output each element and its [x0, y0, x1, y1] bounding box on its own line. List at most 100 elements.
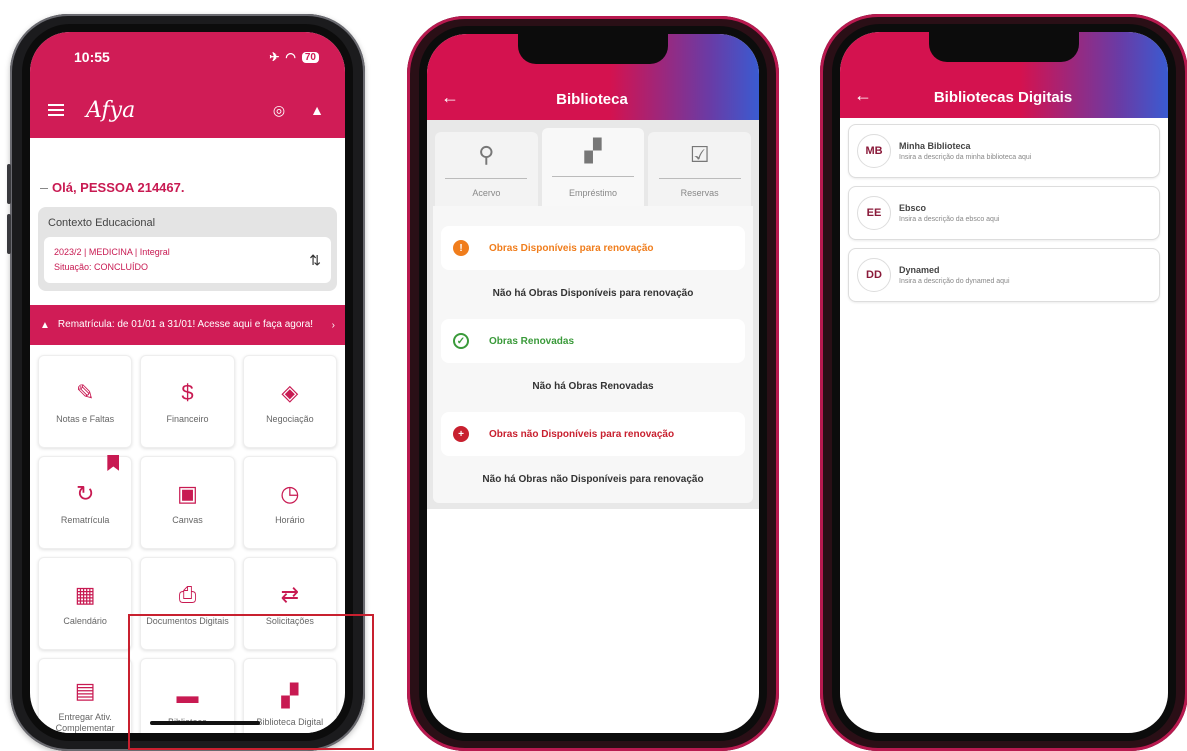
back-arrow-icon[interactable]: ←	[854, 85, 884, 106]
library-description: Insira a descrição da minha biblioteca a…	[899, 154, 1032, 161]
tab-reservas[interactable]: ☑ Reservas	[648, 132, 752, 206]
biblioteca-screen: ← Biblioteca ⚲ Acervo ▞ Empréstimo ☑ Reservas…	[427, 34, 759, 733]
obras-section-title: Obras Disponíveis para renovação	[489, 242, 654, 254]
library-name: Ebsco	[899, 203, 927, 213]
reader-icon: ▞	[584, 138, 602, 163]
tab-divider	[551, 175, 635, 177]
phone-bibliotecas-digitais: ← Bibliotecas Digitais MB Minha Bibliotec…	[820, 14, 1187, 751]
educational-context: Contexto Educacional 2023/2 | MEDICINA |…	[38, 207, 337, 291]
tab-label: Acervo	[472, 188, 501, 198]
library-name: Dynamed	[899, 265, 940, 275]
tab-label: Empréstimo	[569, 188, 618, 198]
menu-tile-label: Rematrícula	[60, 515, 110, 525]
tab-label: Reservas	[680, 188, 719, 198]
library-description: Insira a descrição da ebsco aqui	[899, 216, 1000, 223]
wifi-icon: ◠	[285, 50, 296, 64]
menu-tile[interactable]: ▤ Entregar Ativ. Complementar	[38, 658, 133, 733]
menu-icon[interactable]	[48, 104, 64, 116]
menu-tile[interactable]: ▣ Canvas	[140, 456, 235, 549]
obras-section-title: Obras não Disponíveis para renovação	[489, 428, 675, 440]
battery-icon: 70	[301, 51, 319, 63]
back-arrow-icon[interactable]: ←	[441, 87, 471, 108]
library-avatar: MB	[857, 134, 891, 168]
tab-divider	[445, 177, 528, 179]
biblioteca-content: ⚲ Acervo ▞ Empréstimo ☑ Reservas ! Obras Dispo…	[427, 120, 759, 509]
chevron-right-icon: ›	[331, 319, 335, 331]
phone-biblioteca: ← Biblioteca ⚲ Acervo ▞ Empréstimo ☑ Reservas…	[407, 16, 779, 751]
refresh-icon: ↻	[75, 481, 95, 506]
menu-tile[interactable]: $ Financeiro	[140, 355, 235, 448]
swap-icon: ⇄	[280, 582, 300, 607]
library-card[interactable]: DD Dynamed Insira a descrição do dynamed a…	[848, 248, 1160, 302]
alert-icon: !	[453, 240, 469, 256]
airplane-icon: ✈	[269, 50, 280, 64]
menu-tile-label: Horário	[275, 515, 305, 525]
library-list: MB Minha Biblioteca Insira a descrição da …	[840, 118, 1168, 316]
check-circle-icon: ✓	[453, 333, 469, 349]
menu-tile-label: Financeiro	[166, 414, 209, 424]
library-avatar: EE	[857, 196, 891, 230]
notch	[929, 32, 1079, 62]
library-avatar: DD	[857, 258, 891, 292]
context-card[interactable]: 2023/2 | MEDICINA | Integral Situação: C…	[44, 237, 331, 283]
menu-tile[interactable]: ↻ Rematrícula	[38, 455, 133, 549]
library-description: Insira a descrição do dynamed aqui	[899, 278, 1010, 285]
emprestimo-panel: ! Obras Disponíveis para renovação Não há …	[433, 206, 753, 503]
handshake-icon: ◈	[281, 380, 299, 405]
status-bar: 10:55 ✈ ◠ 70	[30, 32, 345, 82]
bibliotecas-digitais-screen: ← Bibliotecas Digitais MB Minha Bibliotec…	[840, 32, 1168, 733]
library-card[interactable]: EE Ebsco Insira a descrição da ebsco aqui	[848, 186, 1160, 240]
headset-icon[interactable]: ◎	[269, 102, 289, 119]
obras-section-title: Obras Renovadas	[489, 335, 575, 347]
greeting-text: Olá, PESSOA 214467.	[30, 138, 345, 195]
calendar-icon: ▦	[74, 582, 96, 607]
plus-circle-icon: +	[453, 426, 469, 442]
context-course: 2023/2 | MEDICINA | Integral	[54, 247, 170, 257]
menu-tile[interactable]: ◈ Negociação	[242, 355, 337, 448]
page-title: Bibliotecas Digitais	[933, 89, 1073, 106]
obras-section-header[interactable]: ! Obras Disponíveis para renovação	[441, 226, 745, 270]
calendar-check-icon: ☑	[689, 142, 710, 167]
rematricula-banner[interactable]: ▲ Rematrícula: de 01/01 a 31/01! Acesse …	[30, 305, 345, 345]
clock-icon: ◷	[280, 481, 300, 506]
printer-icon: ⎙	[178, 582, 197, 607]
canvas-icon: ▣	[177, 481, 198, 506]
app-bar: Afya ◎ ▲	[30, 82, 345, 138]
status-time: 10:55	[74, 49, 110, 65]
bell-icon[interactable]: ▲	[307, 102, 327, 118]
alert-bell-icon: ▲	[40, 319, 50, 331]
swap-context-icon[interactable]: ⇅	[309, 252, 321, 269]
empty-message: Não há Obras Renovadas	[532, 381, 654, 392]
menu-tile-label: Canvas	[172, 515, 203, 525]
tab-divider	[658, 177, 741, 179]
context-title: Contexto Educacional	[48, 217, 156, 229]
biblioteca-tabs: ⚲ Acervo ▞ Empréstimo ☑ Reservas	[427, 120, 759, 206]
app-logo: Afya	[86, 97, 136, 123]
notch	[518, 34, 668, 64]
menu-tile-label: Negociação	[266, 414, 314, 424]
empty-message: Não há Obras Disponíveis para renovação	[492, 288, 694, 299]
screenshot-stage: 10:55 ✈ ◠ 70 Afya ◎ ▲ Olá, PESSOA 214467…	[0, 0, 1187, 751]
tab-acervo[interactable]: ⚲ Acervo	[435, 132, 538, 206]
dollar-icon: $	[181, 380, 194, 405]
menu-tile[interactable]: ✎ Notas e Faltas	[38, 355, 133, 448]
empty-message: Não há Obras não Disponíveis para renova…	[482, 474, 704, 485]
menu-tile[interactable]: ▦ Calendário	[38, 557, 133, 650]
page-title: Biblioteca	[556, 91, 628, 108]
library-name: Minha Biblioteca	[899, 141, 971, 151]
menu-tile-label: Calendário	[63, 616, 107, 626]
file-add-icon: ▤	[74, 677, 96, 703]
highlight-box	[128, 614, 374, 750]
obras-section-header[interactable]: + Obras não Disponíveis para renovação	[441, 412, 745, 456]
library-card[interactable]: MB Minha Biblioteca Insira a descrição da …	[848, 124, 1160, 178]
context-status: Situação: CONCLUÍDO	[54, 262, 149, 272]
pencil-icon: ✎	[75, 380, 95, 405]
tab-empréstimo[interactable]: ▞ Empréstimo	[541, 128, 645, 206]
menu-tile-label: Entregar Ativ. Complementar	[55, 711, 115, 733]
banner-text: Rematrícula: de 01/01 a 31/01! Acesse aq…	[57, 319, 314, 330]
bookmark-icon	[107, 455, 120, 471]
search-icon: ⚲	[478, 142, 495, 167]
menu-tile-label: Notas e Faltas	[56, 414, 115, 424]
obras-section-header[interactable]: ✓ Obras Renovadas	[441, 319, 745, 363]
menu-tile[interactable]: ◷ Horário	[242, 456, 337, 549]
